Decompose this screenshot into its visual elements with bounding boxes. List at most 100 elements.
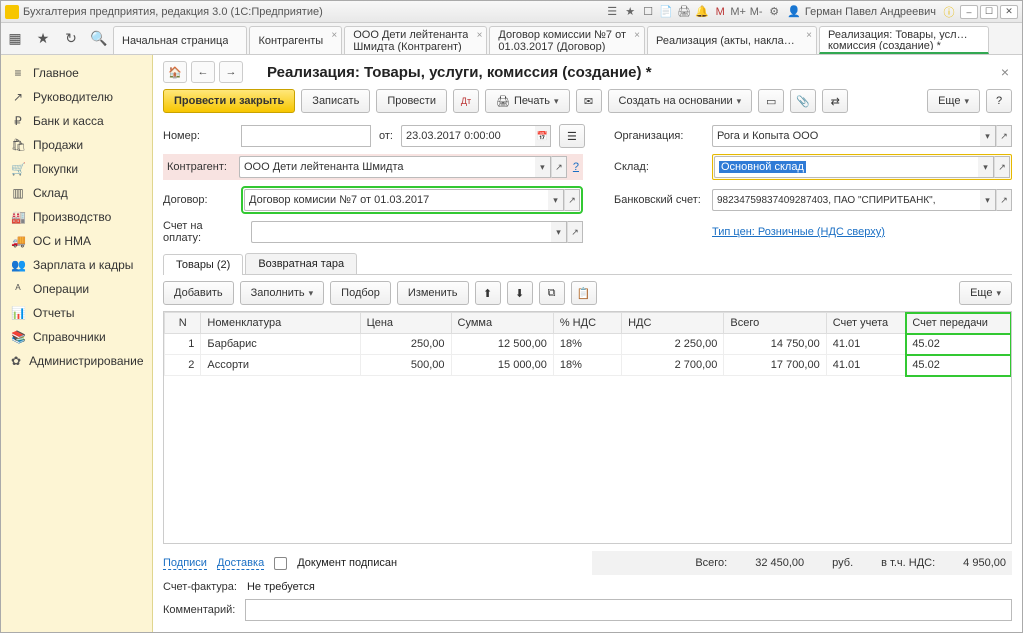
add-button[interactable]: Добавить (163, 281, 234, 305)
debit-credit-button[interactable]: Дт (453, 89, 479, 113)
apps-icon[interactable]: ▦ (1, 23, 29, 54)
comment-input[interactable] (245, 599, 1012, 621)
table-row[interactable]: 1Барбарис250,0012 500,0018%2 250,0014 75… (165, 334, 1011, 355)
edit-button[interactable]: Изменить (397, 281, 469, 305)
tab-contract[interactable]: Договор комиссии №7 от01.03.2017 (Догово… (489, 26, 645, 54)
col-total[interactable]: Всего (724, 313, 826, 334)
sidebar-item[interactable]: 📊Отчеты (1, 301, 152, 325)
sidebar-item[interactable]: ✿Администрирование (1, 349, 152, 373)
record-button[interactable]: Записать (301, 89, 370, 113)
sidebar-item[interactable]: ▥Склад (1, 181, 152, 205)
bank-input[interactable]: 98234759837409287403, ПАО "СПИРИТБАНК", … (712, 189, 1012, 211)
toolbar-icon[interactable]: M+ (731, 5, 745, 19)
table-more-button[interactable]: Еще ▾ (959, 281, 1012, 305)
help-button[interactable]: ? (986, 89, 1012, 113)
contragent-input[interactable]: ООО Дети лейтенанта Шмидта ▾ ↗ (239, 156, 567, 178)
goods-table[interactable]: N Номенклатура Цена Сумма % НДС НДС Всег… (163, 311, 1012, 544)
move-down-button[interactable]: ⬇ (507, 281, 533, 305)
fill-button[interactable]: Заполнить ▾ (240, 281, 325, 305)
doc-signed-checkbox[interactable] (274, 557, 287, 570)
col-n[interactable]: N (165, 313, 201, 334)
open-icon[interactable]: ↗ (551, 156, 567, 178)
tab-sales-list[interactable]: Реализация (акты, накладные)× (647, 26, 817, 54)
warehouse-input[interactable]: Основной склад ▾ ↗ (714, 156, 1010, 178)
toolbar-icon[interactable]: ☰ (605, 5, 619, 19)
forward-button[interactable]: → (219, 61, 243, 83)
tab-goods[interactable]: Товары (2) (163, 254, 243, 275)
sidebar-item[interactable]: 🛍Продажи (1, 133, 152, 157)
create-based-button[interactable]: Создать на основании ▾ (608, 89, 753, 113)
dropdown-icon[interactable]: ▾ (980, 125, 996, 147)
sidebar-item[interactable]: ↗Руководителю (1, 85, 152, 109)
paste-button[interactable]: 📋 (571, 281, 597, 305)
post-and-close-button[interactable]: Провести и закрыть (163, 89, 295, 113)
info-icon[interactable]: ⓘ (942, 5, 956, 19)
pick-button[interactable]: Подбор (330, 281, 391, 305)
dropdown-icon[interactable]: ▾ (980, 189, 996, 211)
contract-input[interactable]: Договор комисии №7 от 01.03.2017 ▾ ↗ (244, 189, 580, 211)
dropdown-icon[interactable]: ▾ (978, 156, 994, 178)
tab-sales-create[interactable]: Реализация: Товары, услуги,комиссия (соз… (819, 26, 989, 54)
open-icon[interactable]: ↗ (564, 189, 580, 211)
email-button[interactable]: ✉ (576, 89, 602, 113)
user-label[interactable]: 👤 Герман Павел Андреевич (783, 5, 940, 18)
dropdown-icon[interactable]: ▾ (535, 156, 551, 178)
edi-button[interactable]: ⇄ (822, 89, 848, 113)
date-input[interactable]: 23.03.2017 0:00:00 📅 (401, 125, 551, 147)
print-button[interactable]: 🖨 Печать ▾ (485, 89, 570, 113)
toolbar-icon[interactable]: 📄 (659, 5, 673, 19)
toolbar-icon[interactable]: ☐ (641, 5, 655, 19)
sidebar-item[interactable]: 🚚ОС и НМА (1, 229, 152, 253)
maximize-button[interactable]: ☐ (980, 5, 998, 19)
col-acct[interactable]: Счет передачи (906, 313, 1011, 334)
sidebar-item[interactable]: ᴬОперации (1, 277, 152, 301)
toolbar-icon[interactable]: 🖨 (677, 5, 691, 19)
minimize-button[interactable]: – (960, 5, 978, 19)
toolbar-icon[interactable]: M- (749, 5, 763, 19)
star-icon[interactable]: ★ (29, 23, 57, 54)
copy-button[interactable]: ⧉ (539, 281, 565, 305)
tab-contragent-card[interactable]: ООО Дети лейтенантаШмидта (Контрагент)× (344, 26, 487, 54)
open-icon[interactable]: ↗ (567, 221, 583, 243)
tab-close-icon[interactable]: × (477, 30, 483, 41)
close-page-button[interactable]: × (998, 64, 1012, 80)
dropdown-icon[interactable]: ▾ (548, 189, 564, 211)
more-button[interactable]: Еще ▾ (927, 89, 980, 113)
open-icon[interactable]: ↗ (996, 189, 1012, 211)
org-input[interactable]: Рога и Копыта ООО ▾ ↗ (712, 125, 1012, 147)
history-icon[interactable]: ↻ (57, 23, 85, 54)
calendar-icon[interactable]: 📅 (535, 125, 551, 147)
pricetype-link[interactable]: Тип цен: Розничные (НДС сверху) (712, 226, 1012, 238)
back-button[interactable]: ← (191, 61, 215, 83)
sidebar-item[interactable]: 🏭Производство (1, 205, 152, 229)
dropdown-icon[interactable]: ▾ (551, 221, 567, 243)
sidebar-item[interactable]: ₽Банк и касса (1, 109, 152, 133)
col-sum[interactable]: Сумма (451, 313, 553, 334)
home-button[interactable]: 🏠 (163, 61, 187, 83)
tab-home[interactable]: Начальная страница (113, 26, 247, 54)
sidebar-item[interactable]: ≡Главное (1, 61, 152, 85)
col-price[interactable]: Цена (360, 313, 451, 334)
col-nom[interactable]: Номенклатура (201, 313, 360, 334)
signatures-link[interactable]: Подписи (163, 557, 207, 570)
sidebar-item[interactable]: 👥Зарплата и кадры (1, 253, 152, 277)
toolbar-icon[interactable]: M (713, 5, 727, 19)
tab-contragents[interactable]: Контрагенты× (249, 26, 342, 54)
col-vatp[interactable]: % НДС (553, 313, 621, 334)
sidebar-item[interactable]: 🛒Покупки (1, 157, 152, 181)
attach-button[interactable]: 📎 (790, 89, 816, 113)
open-icon[interactable]: ↗ (996, 125, 1012, 147)
tab-close-icon[interactable]: × (331, 30, 337, 41)
post-button[interactable]: Провести (376, 89, 447, 113)
toolbar-icon[interactable]: ★ (623, 5, 637, 19)
structure-button[interactable]: ▭ (758, 89, 784, 113)
number-input[interactable] (241, 125, 371, 147)
contragent-help-link[interactable]: ? (573, 161, 579, 173)
table-row[interactable]: 2Ассорти500,0015 000,0018%2 700,0017 700… (165, 355, 1011, 376)
close-button[interactable]: ✕ (1000, 5, 1018, 19)
toolbar-icon[interactable]: ⚙ (767, 5, 781, 19)
col-vat[interactable]: НДС (622, 313, 724, 334)
col-acc[interactable]: Счет учета (826, 313, 906, 334)
payacc-input[interactable]: ▾ ↗ (251, 221, 583, 243)
tab-close-icon[interactable]: × (634, 30, 640, 41)
